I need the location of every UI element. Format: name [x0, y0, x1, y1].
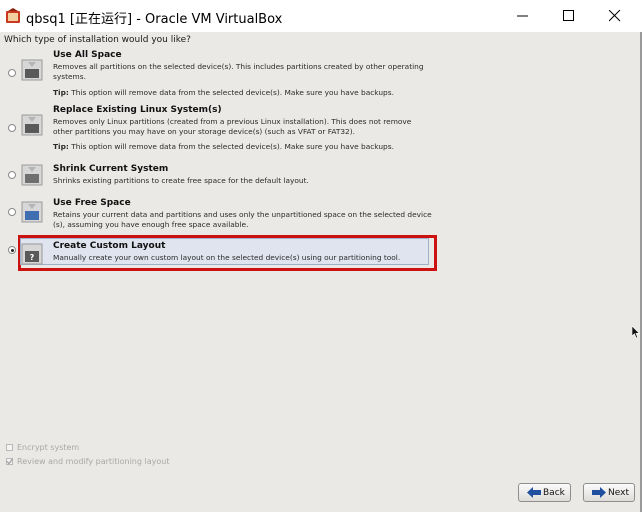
- option-create-custom-layout[interactable]: ? Create Custom Layout Manually create y…: [0, 239, 640, 265]
- option-replace-linux[interactable]: Replace Existing Linux System(s) Removes…: [0, 105, 640, 155]
- option-title: Replace Existing Linux System(s): [53, 105, 222, 115]
- tip-label: Tip:: [53, 142, 69, 151]
- svg-text:?: ?: [30, 253, 35, 262]
- radio-shrink-system[interactable]: [8, 171, 16, 179]
- checkbox-label: Encrypt system: [17, 443, 80, 452]
- checkbox-label: Review and modify partitioning layout: [17, 457, 170, 466]
- title-bar: qbsq1 [正在运行] - Oracle VM VirtualBox: [0, 0, 642, 33]
- option-description: Retains your current data and partitions…: [53, 210, 432, 229]
- checkbox-box[interactable]: [6, 458, 13, 465]
- next-button[interactable]: Next: [583, 483, 635, 502]
- option-title: Create Custom Layout: [53, 241, 166, 251]
- checkbox-box[interactable]: [6, 444, 13, 451]
- radio-replace-linux[interactable]: [8, 124, 16, 132]
- arrow-left-icon: [527, 487, 541, 498]
- mouse-cursor-icon: [632, 326, 640, 339]
- back-button-label: Back: [543, 488, 565, 498]
- installation-type-question: Which type of installation would you lik…: [4, 35, 191, 45]
- tip-text: This option will remove data from the se…: [71, 142, 394, 151]
- option-shrink-system[interactable]: Shrink Current System Shrinks existing p…: [0, 164, 640, 194]
- arrow-right-icon: [592, 487, 606, 498]
- back-button[interactable]: Back: [518, 483, 571, 502]
- option-use-free-space[interactable]: Use Free Space Retains your current data…: [0, 198, 640, 230]
- tip-label: Tip:: [53, 88, 69, 97]
- close-button[interactable]: [592, 0, 638, 32]
- disk-shrink-icon: [21, 164, 43, 186]
- radio-create-custom-layout[interactable]: [8, 246, 16, 254]
- option-description: Manually create your own custom layout o…: [53, 253, 401, 262]
- minimize-button[interactable]: [500, 0, 546, 32]
- minimize-icon: [517, 15, 528, 17]
- next-button-label: Next: [608, 488, 629, 498]
- disk-custom-icon: ?: [21, 243, 43, 265]
- option-tip: Tip: This option will remove data from t…: [53, 142, 394, 151]
- option-title: Use Free Space: [53, 198, 131, 208]
- radio-use-free-space[interactable]: [8, 208, 16, 216]
- virtualbox-icon: [6, 8, 20, 23]
- close-icon: [609, 10, 621, 22]
- window-title: qbsq1 [正在运行] - Oracle VM VirtualBox: [26, 12, 283, 27]
- option-description: Shrinks existing partitions to create fr…: [53, 176, 309, 185]
- option-description: Removes all partitions on the selected d…: [53, 62, 424, 81]
- check-icon: [6, 458, 13, 465]
- installer-panel: Which type of installation would you lik…: [0, 32, 642, 512]
- tip-text: This option will remove data from the se…: [71, 88, 394, 97]
- disk-free-space-icon: [21, 201, 43, 223]
- option-description: Removes only Linux partitions (created f…: [53, 117, 412, 136]
- radio-use-all-space[interactable]: [8, 69, 16, 77]
- disk-full-icon: [21, 59, 43, 81]
- maximize-button[interactable]: [546, 0, 592, 32]
- option-tip: Tip: This option will remove data from t…: [53, 88, 394, 97]
- disk-replace-icon: [21, 114, 43, 136]
- option-use-all-space[interactable]: Use All Space Removes all partitions on …: [0, 50, 640, 100]
- option-title: Shrink Current System: [53, 164, 169, 174]
- option-title: Use All Space: [53, 50, 122, 60]
- maximize-icon: [563, 10, 574, 21]
